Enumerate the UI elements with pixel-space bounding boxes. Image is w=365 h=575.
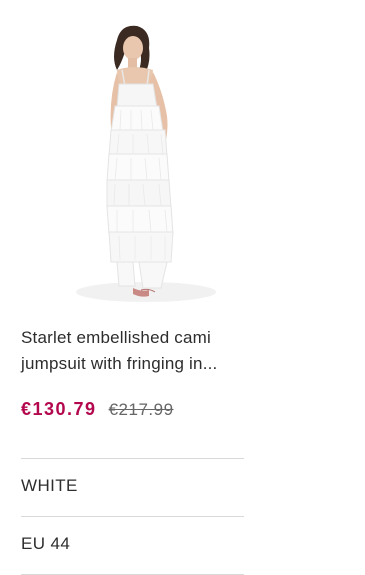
- colour-value: WHITE: [21, 476, 78, 495]
- product-title-line-2: jumpsuit with fringing in...: [21, 354, 218, 373]
- product-image[interactable]: [21, 0, 244, 309]
- product-title[interactable]: Starlet embellished cami jumpsuit with f…: [21, 325, 244, 377]
- divider: [21, 458, 244, 459]
- product-card[interactable]: Starlet embellished cami jumpsuit with f…: [21, 0, 244, 420]
- model-photo: [76, 25, 216, 302]
- current-price: €130.79: [21, 399, 97, 419]
- product-title-line-1: Starlet embellished cami: [21, 328, 211, 347]
- divider: [21, 516, 244, 517]
- previous-price: €217.99: [108, 400, 174, 419]
- price-row: €130.79 €217.99: [21, 399, 244, 420]
- size-value: EU 44: [21, 534, 71, 553]
